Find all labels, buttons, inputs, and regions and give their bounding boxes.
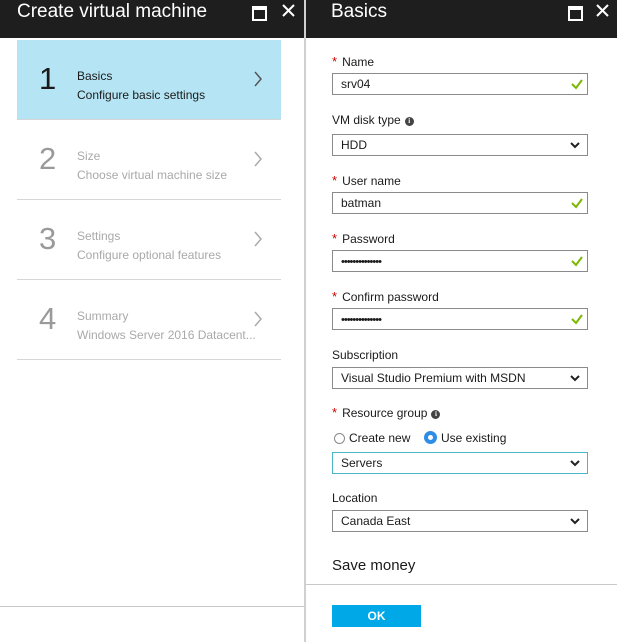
subscription-value: Visual Studio Premium with MSDN (341, 371, 526, 385)
vm-disk-type-value: HDD (341, 138, 367, 152)
check-icon (571, 314, 583, 325)
required-star: * (332, 405, 338, 420)
close-icon[interactable] (595, 2, 611, 20)
name-field[interactable]: srv04 (332, 73, 588, 95)
chevron-down-icon (570, 375, 580, 382)
step-size[interactable]: 2 Size Choose virtual machine size (17, 120, 281, 200)
check-icon (571, 79, 583, 90)
chevron-right-icon (254, 311, 262, 327)
info-icon[interactable]: i (431, 410, 441, 419)
step-number: 4 (39, 301, 57, 336)
vm-disk-type-select[interactable]: HDD (332, 134, 588, 156)
radio-checked-icon (424, 431, 437, 444)
step-number: 2 (39, 141, 57, 176)
step-title: Size (77, 149, 101, 163)
password-value: •••••••••••••• (341, 256, 382, 268)
location-label: Location (332, 491, 378, 505)
confirm-password-value: •••••••••••••• (341, 314, 382, 326)
confirm-password-field[interactable]: •••••••••••••• (332, 308, 588, 330)
step-summary[interactable]: 4 Summary Windows Server 2016 Datacent..… (17, 280, 281, 360)
step-settings[interactable]: 3 Settings Configure optional features (17, 200, 281, 280)
subscription-select[interactable]: Visual Studio Premium with MSDN (332, 367, 588, 389)
resource-group-value: Servers (341, 456, 383, 470)
chevron-down-icon (570, 142, 580, 149)
radio-unchecked-icon (334, 433, 345, 444)
footer-divider (0, 606, 304, 607)
radio-create-new[interactable]: Create new (334, 431, 410, 445)
radio-use-existing[interactable]: Use existing (424, 431, 506, 445)
step-number: 1 (39, 61, 57, 96)
confirm-password-label: * Confirm password (332, 289, 439, 305)
step-subtitle: Choose virtual machine size (77, 168, 228, 182)
check-icon (571, 198, 583, 209)
required-star: * (332, 54, 338, 69)
footer-divider (306, 584, 617, 585)
location-select[interactable]: Canada East (332, 510, 588, 532)
maximize-icon[interactable] (250, 2, 267, 21)
vm-disk-type-label: VM disk type i (332, 113, 414, 127)
check-icon (571, 256, 583, 267)
blade-title: Create virtual machine (17, 1, 208, 22)
step-title: Basics (77, 69, 113, 83)
user-name-field[interactable]: batman (332, 192, 588, 214)
required-star: * (332, 173, 338, 188)
step-basics[interactable]: 1 Basics Configure basic settings (17, 40, 281, 120)
resource-group-select[interactable]: Servers (332, 452, 588, 474)
step-subtitle: Configure basic settings (77, 88, 206, 102)
name-label: * Name (332, 54, 375, 70)
location-value: Canada East (341, 514, 411, 528)
create-vm-blade: Create virtual machine 1 Basics Configur… (0, 0, 304, 642)
blade-header: Basics (306, 0, 617, 38)
chevron-down-icon (570, 518, 580, 525)
chevron-right-icon (254, 231, 262, 247)
step-title: Settings (77, 229, 121, 243)
maximize-icon[interactable] (566, 2, 583, 21)
user-name-value: batman (341, 196, 382, 210)
close-icon[interactable] (281, 2, 297, 20)
required-star: * (332, 231, 338, 246)
step-title: Summary (77, 309, 129, 323)
resource-group-label: * Resource group i (332, 405, 441, 420)
user-name-label: * User name (332, 173, 401, 189)
name-value: srv04 (341, 77, 371, 91)
chevron-right-icon (254, 71, 262, 87)
save-money-heading: Save money (332, 557, 416, 574)
subscription-label: Subscription (332, 348, 399, 362)
basics-blade: Basics * Name srv04 VM disk type i HDD * Us… (306, 0, 617, 642)
password-field[interactable]: •••••••••••••• (332, 250, 588, 272)
password-label: * Password (332, 231, 395, 247)
blade-header: Create virtual machine (0, 0, 304, 38)
blade-title: Basics (331, 1, 387, 22)
ok-button[interactable]: OK (332, 605, 421, 627)
step-subtitle: Windows Server 2016 Datacent... (77, 328, 256, 342)
step-number: 3 (39, 221, 57, 256)
info-icon[interactable]: i (404, 117, 414, 126)
step-subtitle: Configure optional features (77, 248, 222, 262)
chevron-right-icon (254, 151, 262, 167)
chevron-down-icon (570, 460, 580, 467)
required-star: * (332, 289, 338, 304)
